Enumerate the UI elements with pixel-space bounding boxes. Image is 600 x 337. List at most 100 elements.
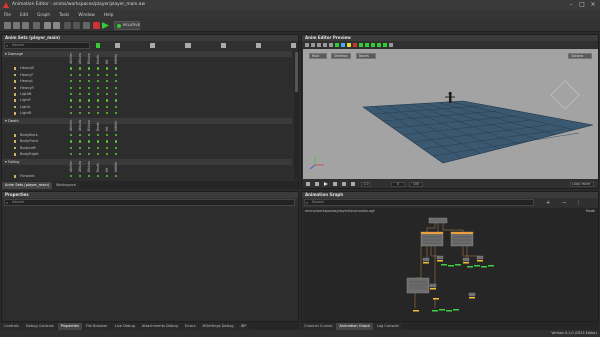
tab-debug-controls[interactable]: Debug Controls (22, 322, 57, 330)
anim-status-dot[interactable] (70, 86, 73, 89)
anim-list-item[interactable]: LightR (2, 110, 292, 116)
green-toggle-icon-5[interactable] (377, 42, 381, 47)
anim-status-dot[interactable] (88, 112, 91, 115)
anim-status-dot[interactable] (97, 99, 100, 102)
anim-status-dot[interactable] (79, 112, 82, 115)
add-anim-set-icon[interactable] (95, 43, 100, 48)
import-icon[interactable] (220, 43, 226, 48)
tab-channel-curves[interactable]: Channel Curves (301, 322, 336, 330)
anim-status-dot[interactable] (115, 80, 118, 83)
save-icon[interactable] (22, 22, 29, 29)
frame-field[interactable]: 0 (391, 181, 405, 187)
open-folder-icon[interactable] (13, 22, 20, 29)
anim-group-header[interactable]: ▾ Falling (2, 158, 292, 165)
anim-status-dot[interactable] (79, 146, 82, 149)
anim-status-dot[interactable] (115, 146, 118, 149)
anim-status-dot[interactable] (106, 112, 109, 115)
anim-sets-search-input[interactable]: ⌕ Search (4, 42, 90, 49)
anim-status-dot[interactable] (97, 140, 100, 143)
anim-status-dot[interactable] (106, 175, 109, 178)
menu-tools[interactable]: Tools (59, 12, 69, 17)
anim-status-dot[interactable] (115, 153, 118, 156)
anim-status-dot[interactable] (70, 134, 73, 137)
anim-sets-scrollbar[interactable] (294, 51, 299, 179)
anim-status-dot[interactable] (97, 93, 100, 96)
length-field[interactable]: 100 (409, 181, 423, 187)
green-toggle-icon[interactable] (335, 42, 339, 47)
anim-status-dot[interactable] (97, 105, 100, 108)
tab-controls[interactable]: Controls (1, 322, 22, 330)
loop-mode-select[interactable]: Loop Mode (570, 181, 594, 187)
blue-toggle-icon[interactable] (341, 42, 345, 47)
anim-status-dot[interactable] (115, 99, 118, 102)
menu-file[interactable]: File (4, 12, 11, 17)
anim-status-dot[interactable] (79, 99, 82, 102)
anim-status-dot[interactable] (79, 73, 82, 76)
green-toggle-icon-4[interactable] (371, 42, 375, 47)
tab-attachments-debug[interactable]: Attachments Debug (138, 322, 181, 330)
anim-status-dot[interactable] (79, 175, 82, 178)
anim-status-dot[interactable] (97, 134, 100, 137)
anim-status-dot[interactable] (70, 146, 73, 149)
anim-status-dot[interactable] (88, 140, 91, 143)
anim-status-dot[interactable] (70, 73, 73, 76)
anim-status-dot[interactable] (79, 105, 82, 108)
anim-list-item[interactable]: BodyRight (2, 151, 292, 157)
tab-errors[interactable]: Errors (181, 322, 199, 330)
anim-status-dot[interactable] (79, 80, 82, 83)
tab-anim-sets[interactable]: Anim Sets (player_main) (2, 181, 53, 189)
anim-status-dot[interactable] (97, 86, 100, 89)
paste-icon[interactable] (83, 22, 90, 29)
maximize-icon[interactable]: □ (577, 1, 587, 9)
tab-live-debug[interactable]: Live Debug (111, 322, 138, 330)
anim-status-dot[interactable] (115, 175, 118, 178)
graph-menu-icon[interactable]: ⋮ (576, 200, 581, 206)
green-toggle-icon-2[interactable] (359, 42, 363, 47)
anim-status-dot[interactable] (79, 86, 82, 89)
anim-status-dot[interactable] (88, 153, 91, 156)
menu-graph[interactable]: Graph (37, 12, 50, 17)
green-toggle-icon-6[interactable] (383, 42, 387, 47)
properties-search-input[interactable]: ⌕ Search (4, 199, 295, 206)
anim-status-dot[interactable] (88, 146, 91, 149)
anim-status-dot[interactable] (88, 67, 91, 70)
anim-status-dot[interactable] (88, 175, 91, 178)
folder-open-icon[interactable] (150, 43, 156, 48)
anim-status-dot[interactable] (106, 146, 109, 149)
anim-status-dot[interactable] (88, 93, 91, 96)
export-icon[interactable] (255, 43, 261, 48)
add-node-icon[interactable]: + (546, 200, 550, 206)
play-icon[interactable] (102, 22, 109, 29)
anim-status-dot[interactable] (106, 73, 109, 76)
anim-status-dot[interactable] (97, 112, 100, 115)
anim-status-dot[interactable] (97, 80, 100, 83)
anim-status-dot[interactable] (97, 73, 100, 76)
anim-status-dot[interactable] (115, 112, 118, 115)
anim-status-dot[interactable] (106, 99, 109, 102)
settings-icon[interactable] (290, 43, 297, 48)
anim-status-dot[interactable] (88, 134, 91, 137)
tab-log-console[interactable]: Log Console (373, 322, 402, 330)
play-preview-icon[interactable] (324, 182, 328, 186)
menu-window[interactable]: Window (78, 12, 95, 17)
anim-status-dot[interactable] (70, 105, 73, 108)
anim-status-dot[interactable] (106, 80, 109, 83)
anim-status-dot[interactable] (115, 140, 118, 143)
anim-status-dot[interactable] (97, 175, 100, 178)
anim-status-dot[interactable] (70, 99, 73, 102)
anim-status-dot[interactable] (88, 86, 91, 89)
anim-group-header[interactable]: ▾ Death (2, 117, 292, 124)
anim-status-dot[interactable] (97, 146, 100, 149)
minimize-icon[interactable]: – (566, 1, 576, 9)
anim-status-dot[interactable] (106, 86, 109, 89)
camera-icon[interactable] (305, 42, 309, 47)
tab-ibp[interactable]: IBP (237, 322, 250, 330)
anim-status-dot[interactable] (97, 67, 100, 70)
anim-status-dot[interactable] (106, 140, 109, 143)
anim-status-dot[interactable] (106, 134, 109, 137)
relative-toggle-button[interactable]: RELATIVE (114, 21, 140, 30)
anim-status-dot[interactable] (115, 134, 118, 137)
graph-search-input[interactable]: ⌕ Search (304, 199, 534, 206)
speed-field[interactable]: 1.0 (361, 181, 371, 187)
new-file-icon[interactable] (4, 22, 11, 29)
